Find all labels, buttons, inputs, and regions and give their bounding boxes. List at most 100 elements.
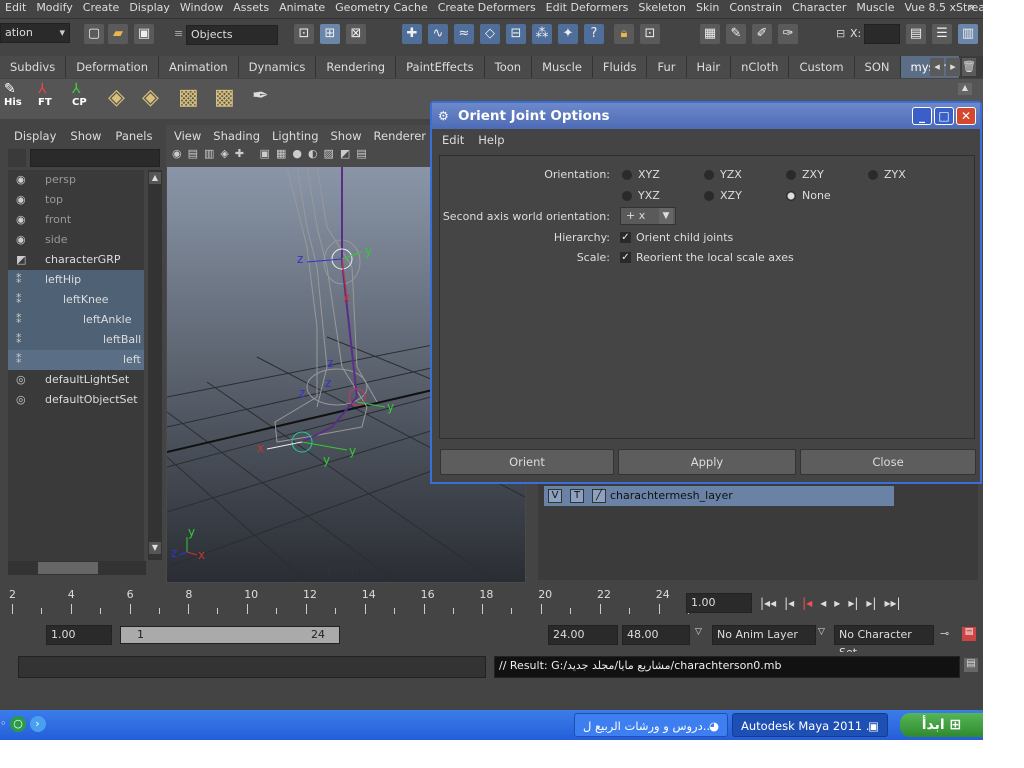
select-deformer-icon[interactable]: ⊟	[506, 24, 526, 44]
select-surface-icon[interactable]: ◇	[480, 24, 500, 44]
template-toggle[interactable]: T	[570, 489, 584, 503]
radio-zyx[interactable]: ZYX	[868, 168, 906, 181]
step-back-icon[interactable]: |◂	[784, 596, 794, 610]
tab-subdivs[interactable]: Subdivs	[0, 56, 67, 78]
play-backward-icon[interactable]: ◂	[820, 596, 826, 610]
tab-animation[interactable]: Animation	[159, 56, 239, 78]
radio-zxy[interactable]: ZXY	[786, 168, 824, 181]
step-back-key-icon[interactable]: |◂	[802, 596, 812, 610]
outliner-item-leftball[interactable]: ⁑ leftBall	[8, 330, 144, 350]
close-icon[interactable]: ✕	[956, 107, 976, 125]
tab-dynamics[interactable]: Dynamics	[238, 56, 317, 78]
render-settings-icon[interactable]: ✑	[778, 24, 798, 44]
object-mode-icon[interactable]: ⊞	[320, 24, 340, 44]
visibility-toggle[interactable]: V	[548, 489, 562, 503]
history-shelf-button[interactable]: ✎ His	[4, 81, 30, 115]
outliner-search-input[interactable]	[30, 149, 160, 167]
go-to-start-icon[interactable]: |◂◂	[760, 596, 776, 610]
tab-fluids[interactable]: Fluids	[592, 56, 648, 78]
outliner-hscroll[interactable]	[8, 561, 146, 575]
tab-deformation[interactable]: Deformation	[66, 56, 160, 78]
maximize-icon[interactable]: □	[934, 107, 954, 125]
render-view-icon[interactable]: ▦	[700, 24, 720, 44]
plane-tool-icon[interactable]: ◈	[108, 85, 125, 110]
select-curve-icon[interactable]: ≈	[454, 24, 474, 44]
current-time-field[interactable]: 1.00	[686, 593, 752, 613]
menu-edit-deformers[interactable]: Edit Deformers	[541, 0, 634, 16]
outliner-item-leftankle[interactable]: ⁑ leftAnkle	[8, 310, 144, 330]
dialog-menu-help[interactable]: Help	[478, 129, 504, 151]
menu-character[interactable]: Character	[787, 0, 851, 16]
hierarchy-mode-icon[interactable]: ⊡	[294, 24, 314, 44]
outliner-menu-display[interactable]: Display	[14, 129, 56, 143]
taskbar-item-browser[interactable]: ◕ دروس و ورشات الربيع ل...	[574, 713, 728, 737]
tab-fur[interactable]: Fur	[647, 56, 687, 78]
select-rendering-icon[interactable]: ✦	[558, 24, 578, 44]
menu-assets[interactable]: Assets	[228, 0, 274, 16]
menu-set-dropdown[interactable]: ation ▾	[0, 23, 70, 43]
orient-button[interactable]: Orient	[440, 449, 614, 475]
play-forward-icon[interactable]: ▸	[834, 596, 840, 610]
attribute-editor-icon[interactable]: ▤	[906, 24, 926, 44]
menu-skin[interactable]: Skin	[691, 0, 724, 16]
auto-key-icon[interactable]: ▤	[962, 627, 976, 641]
radio-none[interactable]: None	[786, 189, 831, 202]
radio-xzy[interactable]: XZY	[704, 189, 742, 202]
end-time-field[interactable]: 24.00	[548, 625, 618, 645]
x-input[interactable]	[864, 24, 900, 44]
radio-yzx[interactable]: YZX	[704, 168, 742, 181]
mel-input[interactable]	[18, 656, 486, 678]
outliner-item-top[interactable]: ◉ top	[8, 190, 144, 210]
center-pivot-button[interactable]: ⅄ CP	[72, 81, 98, 115]
new-scene-icon[interactable]: ▢	[84, 24, 104, 44]
outliner-menu-show[interactable]: Show	[70, 129, 101, 143]
select-joint-icon[interactable]: ∿	[428, 24, 448, 44]
tab-painteffects[interactable]: PaintEffects	[396, 56, 485, 78]
viewport-menu-shading[interactable]: Shading	[213, 129, 260, 143]
tool-settings-icon[interactable]: ☰	[932, 24, 952, 44]
show-more-icon[interactable]: ›	[29, 716, 46, 732]
tab-toon[interactable]: Toon	[484, 56, 533, 78]
menu-overflow-icon[interactable]: »	[968, 0, 975, 14]
outliner-item-charactergrp[interactable]: ◩ characterGRP	[8, 250, 144, 270]
scroll-down-icon[interactable]: ▼	[149, 542, 161, 554]
start-time-field[interactable]: 1.00	[46, 625, 112, 645]
viewport-menu-renderer[interactable]: Renderer	[374, 129, 427, 143]
outliner-item-lefthip[interactable]: ⁑ leftHip	[8, 270, 144, 290]
start-button[interactable]: ابدأ ⊞	[900, 713, 983, 737]
tab-muscle[interactable]: Muscle	[532, 56, 593, 78]
tab-custom[interactable]: Custom	[789, 56, 855, 78]
select-misc-icon[interactable]: ?	[584, 24, 604, 44]
layer-color-icon[interactable]: ╱	[592, 489, 606, 503]
menu-skeleton[interactable]: Skeleton	[633, 0, 691, 16]
outliner-item-defaultobjectset[interactable]: ◎ defaultObjectSet	[8, 390, 144, 410]
max-time-field[interactable]: 48.00	[622, 625, 690, 645]
freeze-transforms-button[interactable]: ⅄ FT	[38, 81, 64, 115]
render-frame-icon[interactable]: ✎	[726, 24, 746, 44]
tray-icon[interactable]: ◦	[0, 717, 7, 730]
app-icon[interactable]: ○	[10, 716, 26, 732]
save-scene-icon[interactable]: ▣	[134, 24, 154, 44]
menu-muscle[interactable]: Muscle	[851, 0, 899, 16]
taskbar-item-maya[interactable]: ▣ Autodesk Maya 2011 ...	[732, 713, 888, 737]
menu-edit[interactable]: Edit	[0, 0, 31, 16]
menu-create-deformers[interactable]: Create Deformers	[433, 0, 541, 16]
radio-yxz[interactable]: YXZ	[622, 189, 660, 202]
lock-selection-icon[interactable]: 🔒︎	[614, 24, 634, 44]
scroll-up-icon[interactable]: ▲	[149, 172, 161, 184]
minimize-icon[interactable]: _	[912, 107, 932, 125]
hscroll-thumb[interactable]	[38, 562, 98, 574]
menu-geometry-cache[interactable]: Geometry Cache	[330, 0, 433, 16]
time-slider[interactable]: 2 4 6 8 10 12 14 16 18 20 22 24	[0, 586, 689, 620]
outliner-item-persp[interactable]: ◉ persp	[8, 170, 144, 190]
character-set-dropdown[interactable]: No Character Set	[834, 625, 934, 659]
menu-constrain[interactable]: Constrain	[724, 0, 787, 16]
reorient-scale-axes-checkbox[interactable]: ✓ Reorient the local scale axes	[620, 251, 794, 264]
dialog-menu-edit[interactable]: Edit	[442, 129, 464, 151]
tab-ncloth[interactable]: nCloth	[731, 56, 790, 78]
select-dynamics-icon[interactable]: ⁂	[532, 24, 552, 44]
selection-mode-field[interactable]: Objects	[186, 25, 278, 45]
close-button[interactable]: Close	[800, 449, 976, 475]
component-mode-icon[interactable]: ⊠	[346, 24, 366, 44]
viewport-menu-show[interactable]: Show	[331, 129, 362, 143]
